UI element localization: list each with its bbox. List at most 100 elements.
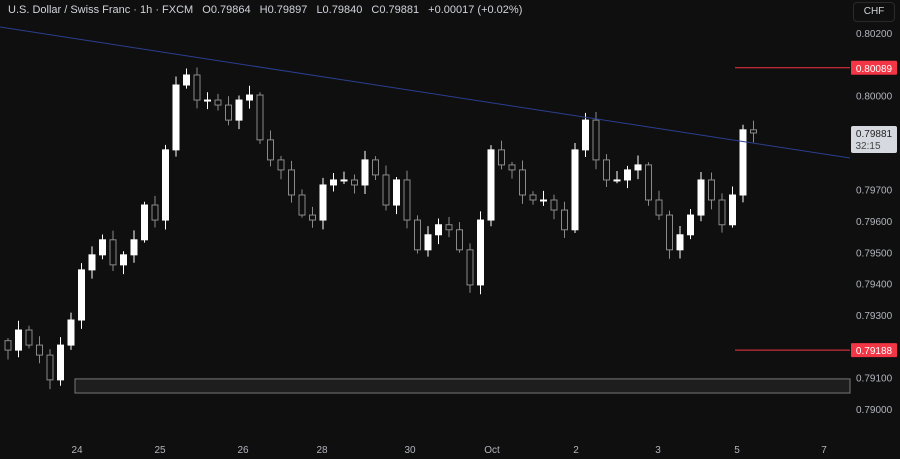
candle [477,211,484,295]
candle-body [151,204,159,221]
candle-body [529,194,537,201]
candle-body [382,174,390,206]
candle-body [193,74,201,101]
symbol-name[interactable]: U.S. Dollar / Swiss Franc · 1h · FXCM [8,4,193,16]
candle [718,193,726,233]
candle-body [351,179,358,186]
candle [487,145,495,227]
candle-body [309,214,316,221]
candle [256,92,264,144]
currency-button[interactable]: CHF [853,2,895,22]
y-tick-label: 0.79300 [856,311,893,322]
y-tick-label: 0.79600 [856,217,893,228]
candle [529,191,537,205]
candle [67,312,75,350]
x-tick-label: 26 [237,445,249,456]
y-tick-label: 0.79000 [856,405,893,416]
candle [309,206,316,228]
candle [445,217,453,238]
candle [729,186,736,228]
candle-body [666,214,673,251]
candle-body [750,129,757,134]
candle-body [540,199,547,202]
ohlc-open: O0.79864 [202,4,251,16]
price-chart[interactable]: 0.80200 0.80000 0.79700 0.79600 0.79500 0.794… [0,0,900,459]
candle-body [634,164,642,171]
candle [361,150,369,194]
candle [46,349,54,390]
candle [666,210,673,259]
candle [382,165,390,211]
candle [141,201,148,243]
candle [277,155,285,180]
candle [739,124,747,203]
candle [4,338,12,360]
candle [540,190,547,206]
ohlc-close: C0.79881 [371,4,420,16]
candle-body [183,74,190,86]
candle-body [225,104,232,121]
candle-body [655,199,663,216]
candle-body [456,229,463,251]
candle-body [624,169,631,181]
candle [708,172,715,210]
candle [172,76,180,157]
candle-body [645,164,652,201]
candle-body [519,169,526,196]
candle [298,189,306,218]
candle-body [729,194,736,226]
candle [214,93,222,111]
candle [204,92,211,110]
candle [414,215,421,254]
candle [183,68,190,89]
candle-body [718,199,726,226]
candle [456,222,463,253]
x-tick-label: 24 [71,445,83,456]
candle-body [508,164,516,171]
candle-body [246,94,253,101]
candle [99,234,106,260]
candle-body [162,149,169,221]
candle-body [424,234,432,251]
trendline [0,26,851,159]
candle [519,160,526,204]
candle [151,195,159,228]
candle-body [550,199,558,211]
candle [550,194,558,220]
candle [246,85,253,109]
candle-body [267,139,274,161]
candle [561,201,568,238]
candle [340,171,348,185]
candle-body [571,149,579,231]
candle [466,243,474,293]
candle [330,172,337,192]
candle [687,208,694,240]
ohlc-high: H0.79897 [259,4,308,16]
candle-body [487,149,495,221]
support-zone [74,378,851,394]
candle [78,263,85,329]
x-tick-label: 30 [404,445,416,456]
candle-body [372,159,379,176]
bar-countdown: 32:15 [855,141,880,152]
candle-body [414,219,421,251]
y-tick-label: 0.80000 [856,92,893,103]
candle [267,130,274,167]
candle [288,160,295,203]
last-price-label: 0.79881 [856,129,893,140]
candle [508,161,516,179]
candle-body [235,99,243,121]
candle [193,67,201,109]
candle-body [445,224,453,231]
candle [403,170,411,229]
candle [435,218,442,245]
candle-body [141,204,148,241]
candle-body [57,344,64,381]
candle [592,111,600,170]
candle-body [4,340,12,351]
candle [750,120,757,143]
candle-body [403,179,411,221]
candle-body [109,239,117,266]
candle [130,230,138,263]
candle-body [697,179,705,216]
